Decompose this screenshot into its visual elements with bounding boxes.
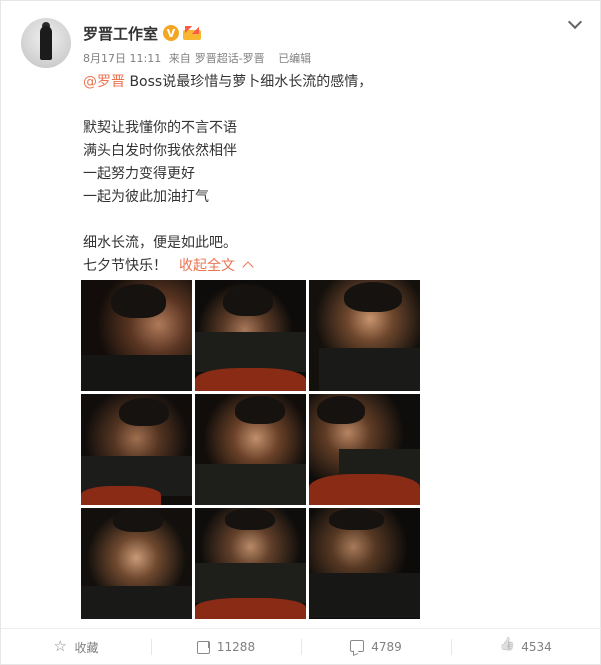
text-line: 细水长流，便是如此吧。 [83, 235, 237, 251]
photo-grid [81, 280, 420, 619]
text-line: 满头白发时你我依然相伴 [83, 143, 237, 159]
edited-label[interactable]: 已编辑 [278, 52, 311, 65]
weibo-post-card: 罗晋工作室 V 8月17日 11:11 来自 罗晋超话-罗晋 已编辑 @罗晋 Bo… [0, 0, 601, 665]
collapse-text-link[interactable]: 收起全文 [179, 258, 254, 274]
favorite-button[interactable]: 收藏 [1, 629, 151, 665]
collapse-label: 收起全文 [179, 258, 235, 274]
photo-thumbnail[interactable] [81, 394, 192, 505]
like-count: 4534 [521, 640, 552, 654]
repost-icon [196, 640, 210, 654]
photo-thumbnail[interactable] [195, 280, 306, 391]
text-line: 一起努力变得更好 [83, 166, 195, 182]
favorite-label: 收藏 [74, 640, 99, 655]
post-text: @罗晋 Boss说最珍惜与萝卜细水长流的感情， 默契让我懂你的不言不语 满头白发… [83, 71, 563, 278]
member-crown-icon [183, 26, 202, 40]
comment-count: 4789 [371, 640, 402, 654]
photo-thumbnail[interactable] [309, 280, 420, 391]
photo-thumbnail[interactable] [309, 508, 420, 619]
post-source[interactable]: 罗晋超话-罗晋 [195, 52, 265, 65]
post-meta: 8月17日 11:11 来自 罗晋超话-罗晋 已编辑 [83, 50, 315, 66]
author-name[interactable]: 罗晋工作室 [83, 23, 158, 44]
mention-link[interactable]: @罗晋 [83, 74, 125, 90]
star-icon [53, 637, 67, 655]
chevron-down-icon[interactable] [567, 15, 583, 31]
chevron-up-icon [242, 261, 254, 273]
avatar-figure-body [40, 26, 52, 60]
author-row: 罗晋工作室 V [83, 23, 202, 44]
comment-button[interactable]: 4789 [301, 629, 451, 665]
text-line: 默契让我懂你的不言不语 [83, 120, 237, 136]
photo-thumbnail[interactable] [309, 394, 420, 505]
text-line: 七夕节快乐！ [83, 258, 167, 274]
photo-thumbnail[interactable] [195, 394, 306, 505]
text-line: Boss说最珍惜与萝卜细水长流的感情， [125, 74, 373, 90]
comment-icon [350, 640, 365, 652]
post-time[interactable]: 8月17日 11:11 [83, 52, 161, 65]
photo-thumbnail[interactable] [81, 508, 192, 619]
repost-count: 11288 [216, 640, 256, 654]
avatar[interactable] [21, 18, 71, 68]
verified-badge-icon: V [163, 25, 180, 41]
source-prefix: 来自 [168, 52, 191, 65]
text-line: 一起为彼此加油打气 [83, 189, 209, 205]
thumbs-up-icon [500, 640, 514, 654]
repost-button[interactable]: 11288 [151, 629, 301, 665]
photo-thumbnail[interactable] [81, 280, 192, 391]
photo-thumbnail[interactable] [195, 508, 306, 619]
like-button[interactable]: 4534 [451, 629, 601, 665]
